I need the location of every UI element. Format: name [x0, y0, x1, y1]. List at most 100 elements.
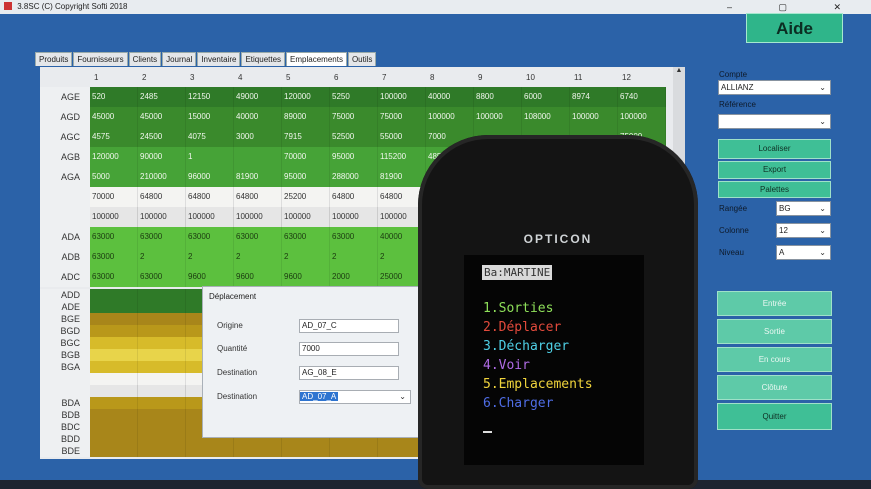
table-cell[interactable] — [90, 409, 138, 421]
table-cell[interactable]: 1 — [186, 147, 234, 167]
table-cell[interactable]: 12150 — [186, 87, 234, 107]
table-cell[interactable]: 2 — [138, 247, 186, 267]
table-cell[interactable] — [90, 361, 138, 373]
table-cell[interactable] — [90, 421, 138, 433]
table-cell[interactable] — [234, 445, 282, 457]
scanner-menu-charger[interactable]: 6.Charger — [483, 396, 553, 411]
table-cell[interactable]: 40000 — [426, 87, 474, 107]
table-cell[interactable]: 288000 — [330, 167, 378, 187]
table-cell[interactable]: 63000 — [234, 227, 282, 247]
table-cell[interactable]: 45000 — [138, 107, 186, 127]
table-cell[interactable] — [138, 433, 186, 445]
table-cell[interactable]: 89000 — [282, 107, 330, 127]
table-cell[interactable] — [90, 289, 138, 301]
table-cell[interactable]: 15000 — [186, 107, 234, 127]
table-cell[interactable] — [138, 349, 186, 361]
table-cell[interactable]: 4075 — [186, 127, 234, 147]
window-controls[interactable]: – ▢ ✕ — [727, 0, 863, 14]
scanner-menu-deplacer[interactable]: 2.Déplacer — [483, 320, 561, 335]
table-cell[interactable]: 70000 — [282, 147, 330, 167]
table-cell[interactable] — [90, 397, 138, 409]
table-cell[interactable]: 63000 — [282, 227, 330, 247]
table-cell[interactable]: 210000 — [138, 167, 186, 187]
table-cell[interactable]: 45000 — [90, 107, 138, 127]
table-cell[interactable]: 7915 — [282, 127, 330, 147]
en-cours-button[interactable]: En cours — [717, 347, 832, 372]
table-cell[interactable]: 100000 — [330, 207, 378, 227]
table-cell[interactable] — [138, 397, 186, 409]
quantite-field[interactable]: 7000 — [299, 342, 399, 356]
table-cell[interactable] — [186, 445, 234, 457]
tab-outils[interactable]: Outils — [347, 52, 377, 66]
table-cell[interactable] — [90, 337, 138, 349]
export-button[interactable]: Export — [718, 161, 831, 179]
table-cell[interactable]: 100000 — [618, 107, 666, 127]
table-cell[interactable] — [90, 325, 138, 337]
table-cell[interactable]: 63000 — [186, 227, 234, 247]
chevron-down-icon[interactable]: ⌄ — [819, 202, 826, 215]
table-cell[interactable]: 120000 — [282, 87, 330, 107]
table-cell[interactable]: 100000 — [234, 207, 282, 227]
table-cell[interactable]: 5000 — [90, 167, 138, 187]
table-cell[interactable]: 100000 — [186, 207, 234, 227]
table-cell[interactable]: 63000 — [90, 247, 138, 267]
table-cell[interactable]: 63000 — [330, 227, 378, 247]
table-cell[interactable]: 63000 — [138, 227, 186, 247]
tab-produits[interactable]: Produits — [35, 52, 73, 66]
destination-select[interactable]: AD_07_A ⌄ — [299, 390, 411, 404]
table-cell[interactable] — [90, 313, 138, 325]
table-cell[interactable]: 520 — [90, 87, 138, 107]
table-cell[interactable]: 100000 — [474, 107, 522, 127]
table-cell[interactable]: 2000 — [330, 267, 378, 287]
table-cell[interactable]: 8974 — [570, 87, 618, 107]
table-cell[interactable] — [90, 433, 138, 445]
table-cell[interactable]: 2485 — [138, 87, 186, 107]
palettes-button[interactable]: Palettes — [718, 181, 831, 198]
aide-button[interactable]: Aide — [746, 13, 843, 43]
scanner-menu-sorties[interactable]: 1.Sorties — [483, 301, 553, 316]
table-cell[interactable]: 40000 — [234, 107, 282, 127]
table-cell[interactable] — [138, 301, 186, 313]
table-cell[interactable] — [234, 147, 282, 167]
table-cell[interactable]: 95000 — [330, 147, 378, 167]
cloture-button[interactable]: Clôture — [717, 375, 832, 400]
table-cell[interactable] — [90, 385, 138, 397]
table-cell[interactable] — [330, 445, 378, 457]
table-cell[interactable]: 100000 — [570, 107, 618, 127]
colonne-select[interactable]: 12 ⌄ — [776, 223, 831, 238]
table-cell[interactable]: 64800 — [186, 187, 234, 207]
chevron-down-icon[interactable]: ⌄ — [819, 115, 826, 128]
table-cell[interactable] — [138, 385, 186, 397]
table-cell[interactable]: 63000 — [90, 227, 138, 247]
table-cell[interactable]: 24500 — [138, 127, 186, 147]
table-cell[interactable]: 6740 — [618, 87, 666, 107]
table-cell[interactable]: 100000 — [282, 207, 330, 227]
tab-emplacements[interactable]: Emplacements — [286, 52, 347, 66]
table-cell[interactable] — [90, 373, 138, 385]
table-cell[interactable]: 4575 — [90, 127, 138, 147]
entree-button[interactable]: Entrée — [717, 291, 832, 316]
table-cell[interactable] — [138, 373, 186, 385]
table-cell[interactable] — [138, 361, 186, 373]
quitter-button[interactable]: Quitter — [717, 403, 832, 430]
sortie-button[interactable]: Sortie — [717, 319, 832, 344]
table-cell[interactable]: 64800 — [138, 187, 186, 207]
table-cell[interactable] — [90, 349, 138, 361]
scanner-menu-voir[interactable]: 4.Voir — [483, 358, 530, 373]
table-cell[interactable]: 9600 — [282, 267, 330, 287]
table-cell[interactable]: 100000 — [378, 87, 426, 107]
table-cell[interactable] — [138, 325, 186, 337]
compte-select[interactable]: ALLIANZ ⌄ — [718, 80, 831, 95]
table-cell[interactable] — [138, 421, 186, 433]
table-cell[interactable]: 75000 — [378, 107, 426, 127]
table-cell[interactable]: 95000 — [282, 167, 330, 187]
table-cell[interactable]: 63000 — [90, 267, 138, 287]
table-cell[interactable]: 2 — [282, 247, 330, 267]
table-cell[interactable]: 2 — [330, 247, 378, 267]
localiser-button[interactable]: Localiser — [718, 139, 831, 159]
table-cell[interactable]: 9600 — [186, 267, 234, 287]
table-cell[interactable]: 63000 — [138, 267, 186, 287]
table-cell[interactable]: 96000 — [186, 167, 234, 187]
table-cell[interactable] — [138, 289, 186, 301]
table-cell[interactable]: 52500 — [330, 127, 378, 147]
